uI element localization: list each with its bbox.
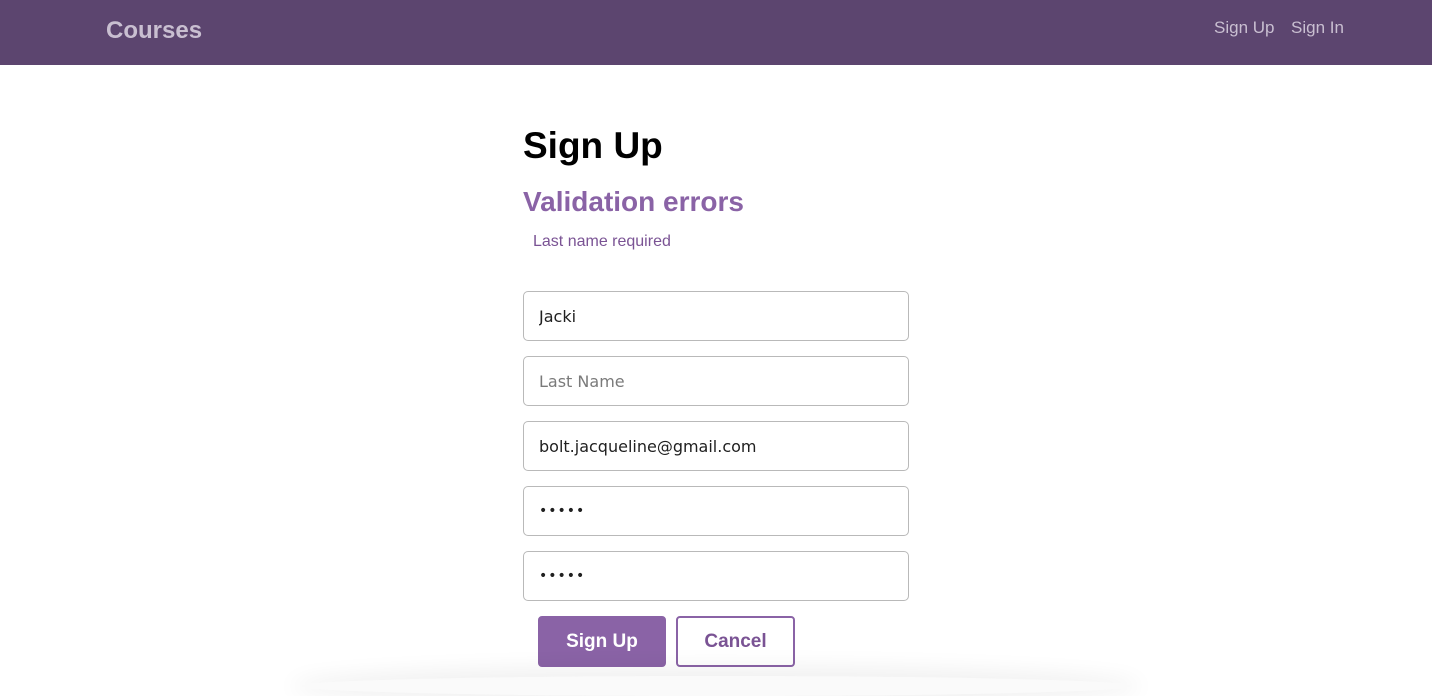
footer-shadow (300, 676, 1132, 696)
confirm-password-input[interactable] (523, 551, 909, 601)
email-input[interactable] (523, 421, 909, 471)
last-name-input[interactable] (523, 356, 909, 406)
first-name-input[interactable] (523, 291, 909, 341)
cancel-button[interactable]: Cancel (676, 616, 795, 667)
password-input[interactable] (523, 486, 909, 536)
page-title: Sign Up (523, 125, 663, 166)
brand-logo[interactable]: Courses (106, 17, 202, 45)
nav-sign-in-link[interactable]: Sign In (1291, 18, 1344, 38)
validation-errors-heading: Validation errors (523, 186, 744, 217)
sign-up-button[interactable]: Sign Up (538, 616, 666, 667)
validation-error-item: Last name required (533, 233, 671, 250)
nav-sign-up-link[interactable]: Sign Up (1214, 18, 1274, 38)
top-navbar: Courses Sign Up Sign In (0, 0, 1432, 65)
